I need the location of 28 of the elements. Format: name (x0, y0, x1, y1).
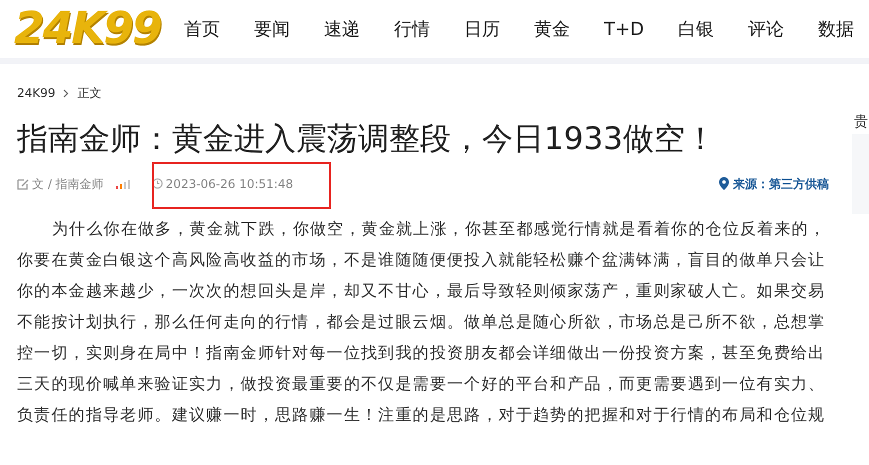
publish-date: 2023-06-26 10:51:48 (166, 176, 294, 193)
body-text-line: 三天的现价喊单来验证实力，做投资最重要的不仅是需要一个好的平台和产品，而更需要遇到一位有实力、 (17, 372, 825, 395)
breadcrumb-link[interactable]: 正文 (77, 84, 102, 102)
location-pin-icon (719, 177, 729, 190)
body-text-line: 控一切，实则身在局中！指南金师针对每一位找到我的投资朋友都会详细做出一份投资方案，甚至免费给出 (17, 342, 825, 364)
body-text-line: 你要在黄金白银这个高风险高收益的市场，不是谁随随便便投入就能轻松赚个盆满钵满，盲目的做单只会让 (17, 248, 825, 271)
nav-link[interactable]: 日历 (464, 16, 500, 42)
article-source: 来源：第三方供稿 (733, 176, 829, 193)
body-text-line: 你的本金越来越少，一次次的想回头是岸，却又不甘心，最后导致轻则倾家荡产，重则家破人亡。如果交易 (17, 280, 825, 302)
breadcrumb-link[interactable]: 24K99 (17, 84, 56, 102)
nav-link[interactable]: 行情 (394, 16, 430, 42)
nav-link[interactable]: 数据 (818, 16, 854, 42)
nav-link[interactable]: T+D (604, 16, 644, 42)
article-title: 指南金师：黄金进入震荡调整段，今日1933做空！ (17, 120, 717, 159)
nav-link[interactable]: 黄金 (534, 16, 570, 42)
body-text-line: 负责任的指导老师。建议赚一时，思路赚一生！注重的是思路，对于趋势的把握和对于行情的布局和仓位规 (17, 404, 825, 426)
nav-link[interactable]: 白银 (678, 16, 714, 42)
nav-link[interactable]: 要闻 (254, 16, 290, 42)
sidebar-heading: 贵 (854, 113, 868, 132)
article-author: 文 / 指南金师 (32, 176, 104, 193)
chevron-icon (63, 88, 70, 98)
nav-link[interactable]: 速递 (324, 16, 360, 42)
nav-link[interactable]: 首页 (184, 16, 220, 42)
body-text-line: 不能按计划执行，那么任何走向的行情，都会是过眼云烟。做单总是随心所欲，市场总是己所不欲，总想掌 (17, 310, 825, 333)
clock-icon (152, 178, 163, 190)
nav-link[interactable]: 评论 (748, 16, 784, 42)
body-text-line: 为什么你在做多，黄金就下跌，你做空，黄金就上涨，你甚至都感觉行情就是看着你的仓位反着来的， (51, 218, 825, 240)
edit-icon (17, 178, 29, 190)
